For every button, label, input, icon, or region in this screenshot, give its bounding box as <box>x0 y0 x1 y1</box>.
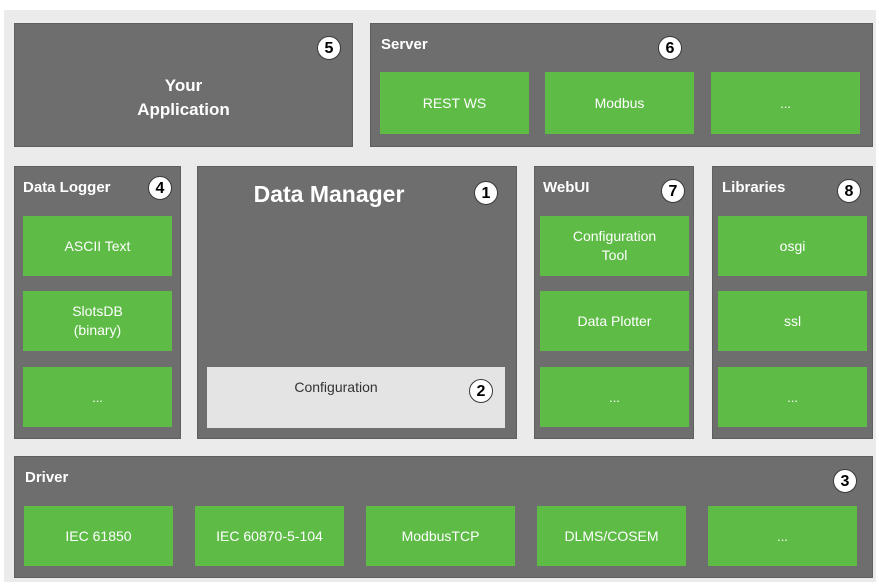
libraries-box: Libraries 8 osgi ssl ... <box>712 166 873 439</box>
server-title: Server <box>381 36 428 53</box>
data-logger-item-ascii-text: ASCII Text <box>23 216 172 276</box>
driver-item-iec-60870: IEC 60870-5-104 <box>195 506 344 566</box>
slotsdb-binary-label: (binary) <box>73 322 122 338</box>
configuration-panel: Configuration 2 <box>207 367 505 428</box>
data-manager-title: Data Manager <box>253 181 405 207</box>
badge-2: 2 <box>469 379 493 403</box>
libraries-item-more: ... <box>718 367 867 427</box>
badge-7: 7 <box>661 179 685 203</box>
server-item-rest-ws: REST WS <box>380 72 529 134</box>
data-manager-box: Data Manager 1 Configuration 2 <box>197 166 517 439</box>
slotsdb-label: SlotsDB <box>72 303 123 319</box>
data-logger-item-more: ... <box>23 367 172 427</box>
data-logger-item-slotsdb: SlotsDB (binary) <box>23 291 172 351</box>
app-title-line1: Your <box>164 76 203 95</box>
driver-item-dlms-cosem: DLMS/COSEM <box>537 506 686 566</box>
configuration-label: Configuration <box>294 379 378 395</box>
libraries-item-ssl: ssl <box>718 291 867 351</box>
badge-3: 3 <box>833 469 857 493</box>
libraries-item-osgi: osgi <box>718 216 867 276</box>
driver-item-modbustcp: ModbusTCP <box>366 506 515 566</box>
driver-item-iec-61850: IEC 61850 <box>24 506 173 566</box>
server-item-more: ... <box>711 72 860 134</box>
badge-4: 4 <box>148 176 172 200</box>
your-application-box: Your Application 5 <box>14 23 353 147</box>
badge-1: 1 <box>474 181 498 205</box>
driver-item-more: ... <box>708 506 857 566</box>
app-title-line2: Application <box>137 100 230 119</box>
configuration-tool-line1: Configuration <box>572 228 657 244</box>
webui-item-more: ... <box>540 367 689 427</box>
badge-6: 6 <box>658 36 682 60</box>
server-item-modbus: Modbus <box>545 72 694 134</box>
badge-5: 5 <box>317 36 341 60</box>
data-logger-box: Data Logger 4 ASCII Text SlotsDB (binary… <box>14 166 181 439</box>
configuration-tool-line2: Tool <box>601 247 628 263</box>
webui-item-data-plotter: Data Plotter <box>540 291 689 351</box>
webui-title: WebUI <box>543 179 590 196</box>
webui-box: WebUI 7 Configuration Tool Data Plotter … <box>534 166 694 439</box>
badge-8: 8 <box>837 179 861 203</box>
server-box: Server 6 REST WS Modbus ... <box>370 23 873 147</box>
libraries-title: Libraries <box>722 179 786 196</box>
data-logger-title: Data Logger <box>23 179 111 196</box>
webui-item-configuration-tool: Configuration Tool <box>540 216 689 276</box>
your-application-title: Your Application <box>15 74 352 122</box>
driver-box: Driver 3 IEC 61850 IEC 60870-5-104 Modbu… <box>14 456 873 578</box>
driver-title: Driver <box>25 469 69 486</box>
